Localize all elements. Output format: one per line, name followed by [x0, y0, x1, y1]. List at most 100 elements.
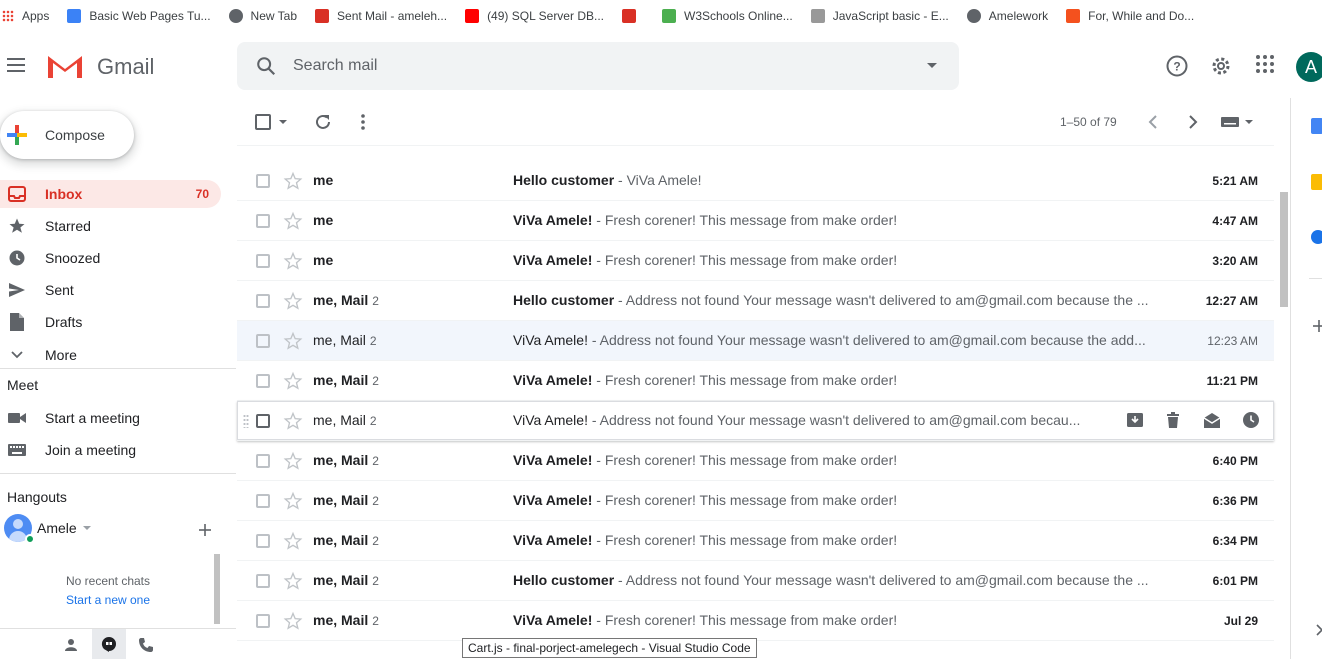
bookmark-item[interactable]: JavaScript basic - E... [810, 9, 949, 23]
email-row[interactable]: me ViVa Amele! - Fresh corener! This mess… [237, 201, 1274, 241]
keep-icon[interactable] [1311, 174, 1322, 190]
email-checkbox[interactable] [256, 414, 270, 428]
archive-icon[interactable] [1126, 411, 1144, 429]
email-row[interactable]: me Hello customer - ViVa Amele! 5:21 AM [237, 161, 1274, 201]
star-icon[interactable] [283, 611, 303, 634]
start-meeting-item[interactable]: Start a meeting [0, 404, 221, 432]
compose-button[interactable]: Compose [0, 111, 134, 159]
star-icon[interactable] [283, 451, 303, 474]
tasks-icon[interactable] [1311, 230, 1322, 244]
star-icon[interactable] [283, 491, 303, 514]
older-chevron-right-icon[interactable] [1187, 115, 1199, 129]
star-icon[interactable] [283, 371, 303, 394]
sidebar-item-sent[interactable]: Sent [0, 276, 221, 304]
refresh-icon[interactable] [314, 113, 332, 131]
sender-name: me, [313, 572, 342, 588]
start-new-chat-link[interactable]: Start a new one [0, 593, 216, 607]
email-checkbox[interactable] [256, 174, 270, 188]
star-icon[interactable] [283, 411, 303, 434]
email-checkbox[interactable] [256, 494, 270, 508]
bookmark-item[interactable]: New Tab [228, 9, 297, 23]
email-checkbox[interactable] [256, 454, 270, 468]
email-row[interactable]: me, Mail 2 ViVa Amele! - Fresh corener! Th… [237, 441, 1274, 481]
email-checkbox[interactable] [256, 574, 270, 588]
select-options-caret-icon[interactable] [279, 120, 287, 124]
email-snippet: - Fresh corener! This message from make … [592, 612, 898, 628]
search-icon[interactable] [255, 55, 277, 77]
newer-chevron-left-icon[interactable] [1147, 115, 1159, 129]
select-all-checkbox[interactable] [255, 114, 271, 130]
main-menu-icon[interactable] [7, 58, 25, 72]
more-options-icon[interactable] [360, 113, 366, 131]
star-icon[interactable] [283, 291, 303, 314]
phone-call-icon[interactable] [138, 637, 154, 653]
bookmark-item[interactable]: W3Schools Online... [662, 9, 793, 23]
email-time: 5:21 AM [1212, 174, 1258, 188]
email-checkbox[interactable] [256, 294, 270, 308]
email-list: me Hello customer - ViVa Amele! 5:21 AM me V… [237, 161, 1274, 641]
star-icon[interactable] [283, 571, 303, 594]
help-icon[interactable]: ? [1165, 54, 1189, 78]
search-bar[interactable] [237, 42, 959, 90]
star-icon[interactable] [283, 531, 303, 554]
google-apps-icon[interactable] [1255, 54, 1275, 74]
sender-name-bold: Mail [341, 612, 369, 628]
bookmark-item[interactable]: Sent Mail - ameleh... [315, 9, 447, 23]
bookmark-item[interactable]: For, While and Do... [1066, 9, 1194, 23]
bookmark-item[interactable]: Amelework [966, 9, 1048, 23]
snooze-clock-icon[interactable] [1242, 411, 1260, 429]
sidebar-item-more[interactable]: More [0, 341, 221, 369]
delete-trash-icon[interactable] [1164, 411, 1182, 429]
sidebar-item-drafts[interactable]: Drafts [0, 308, 221, 336]
email-row[interactable]: me, Mail 2 ViVa Amele! - Fresh corener! Th… [237, 361, 1274, 401]
hangouts-user-selector[interactable]: Amele [4, 514, 91, 542]
bookmark-label: JavaScript basic - E... [832, 9, 949, 23]
input-tools-caret-icon[interactable] [1245, 120, 1253, 124]
join-meeting-item[interactable]: Join a meeting [0, 436, 221, 464]
sidebar-item-snoozed[interactable]: Snoozed [0, 244, 221, 272]
search-input[interactable] [293, 54, 893, 78]
app-name[interactable]: Gmail [97, 54, 154, 80]
settings-gear-icon[interactable] [1209, 54, 1233, 78]
hangouts-chat-icon[interactable] [101, 636, 117, 652]
email-row[interactable]: me, Mail 2 Hello customer - Address not fo… [237, 561, 1274, 601]
video-camera-icon [8, 413, 26, 423]
email-checkbox[interactable] [256, 214, 270, 228]
drag-handle-icon[interactable] [243, 414, 249, 428]
email-row[interactable]: me, Mail 2 ViVa Amele! - Fresh corener! Th… [237, 481, 1274, 521]
email-row[interactable]: me ViVa Amele! - Fresh corener! This mess… [237, 241, 1274, 281]
email-row[interactable]: me, Mail 2 Hello customer - Address not fo… [237, 281, 1274, 321]
sidebar-item-inbox[interactable]: Inbox 70 [0, 180, 221, 208]
email-checkbox[interactable] [256, 534, 270, 548]
bookmark-item[interactable]: (49) SQL Server DB... [465, 9, 604, 23]
bookmark-item[interactable] [622, 9, 644, 23]
email-row[interactable]: me, Mail 2 ViVa Amele! - Fresh corener! Th… [237, 601, 1274, 641]
bookmark-item[interactable]: Apps [2, 9, 49, 23]
sidebar-item-starred[interactable]: Starred [0, 212, 221, 240]
main-scrollbar-thumb[interactable] [1280, 192, 1288, 307]
mark-as-read-icon[interactable] [1202, 411, 1222, 429]
email-checkbox[interactable] [256, 614, 270, 628]
account-avatar[interactable]: A [1296, 52, 1322, 82]
calendar-icon[interactable] [1311, 118, 1322, 134]
input-tools-keyboard-icon[interactable] [1221, 117, 1239, 127]
hangouts-scrollbar[interactable] [214, 554, 220, 624]
star-icon[interactable] [283, 171, 303, 194]
expand-panel-chevron-icon[interactable] [1315, 624, 1322, 636]
star-icon[interactable] [283, 331, 303, 354]
email-row[interactable]: me, Mail 2 ViVa Amele! - Address not found… [237, 401, 1274, 441]
star-icon[interactable] [283, 211, 303, 234]
bookmark-item[interactable]: Basic Web Pages Tu... [67, 9, 211, 23]
email-checkbox[interactable] [256, 254, 270, 268]
star-icon[interactable] [283, 251, 303, 274]
search-options-caret-icon[interactable] [927, 63, 937, 68]
get-addons-plus-icon[interactable] [1313, 320, 1322, 332]
gmail-logo-icon[interactable] [46, 52, 84, 80]
contacts-person-icon[interactable] [64, 638, 78, 652]
add-chat-plus-icon[interactable] [198, 523, 212, 537]
email-checkbox[interactable] [256, 334, 270, 348]
thread-count: 2 [372, 294, 379, 308]
email-checkbox[interactable] [256, 374, 270, 388]
email-row[interactable]: me, Mail 2 ViVa Amele! - Address not found… [237, 321, 1274, 361]
email-row[interactable]: me, Mail 2 ViVa Amele! - Fresh corener! Th… [237, 521, 1274, 561]
